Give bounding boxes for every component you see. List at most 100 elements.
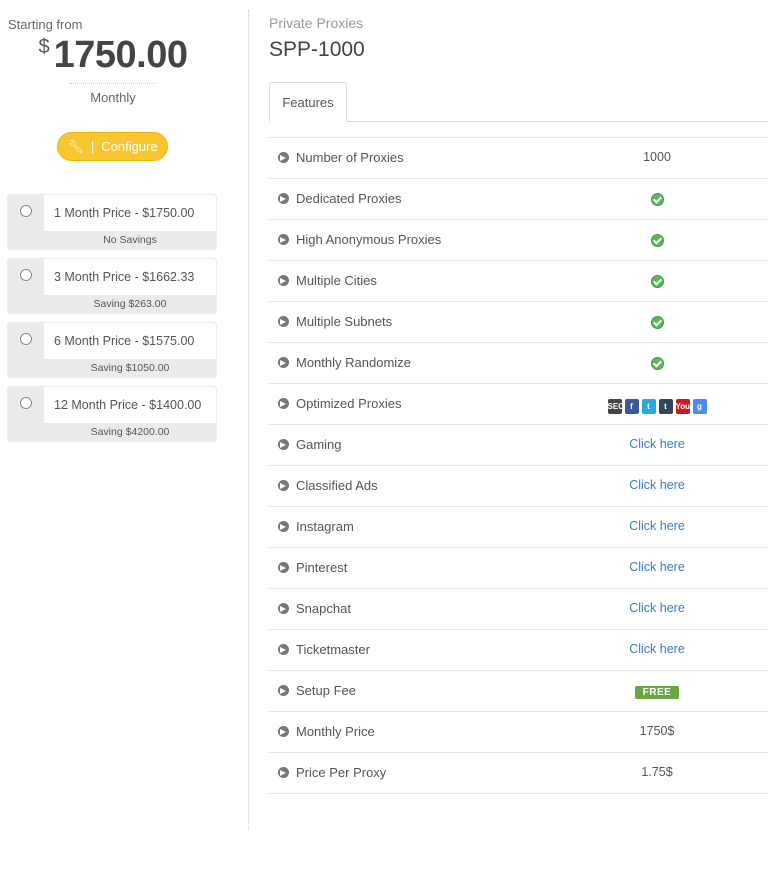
feature-row: Multiple Cities <box>269 261 768 302</box>
currency-symbol: $ <box>38 36 50 58</box>
feature-name: Dedicated Proxies <box>296 191 402 206</box>
feature-row: Optimized Proxies SEO f t t You g <box>269 384 768 425</box>
plan-radio[interactable] <box>20 333 32 345</box>
arrow-circle-icon <box>278 562 289 573</box>
plan-label-box: 12 Month Price - $1400.00 <box>44 387 216 423</box>
click-here-link[interactable]: Click here <box>629 560 685 574</box>
arrow-circle-icon <box>278 767 289 778</box>
free-badge: FREE <box>634 686 680 699</box>
feature-value-cell: Click here <box>557 519 757 533</box>
arrow-circle-icon <box>278 193 289 204</box>
feature-row: Snapchat Click here <box>269 589 768 630</box>
click-here-link[interactable]: Click here <box>629 437 685 451</box>
click-here-link[interactable]: Click here <box>629 642 685 656</box>
feature-row: Ticketmaster Click here <box>269 630 768 671</box>
feature-row: Instagram Click here <box>269 507 768 548</box>
twitter-icon: t <box>641 399 656 414</box>
arrow-circle-icon <box>278 152 289 163</box>
billing-plan-option[interactable]: 3 Month Price - $1662.33 Saving $263.00 <box>7 258 217 314</box>
arrow-circle-icon <box>278 357 289 368</box>
feature-row: Number of Proxies 1000 <box>269 138 768 179</box>
feature-row: High Anonymous Proxies <box>269 220 768 261</box>
feature-name: Ticketmaster <box>296 642 370 657</box>
feature-row: Pinterest Click here <box>269 548 768 589</box>
feature-row: Price Per Proxy 1.75$ <box>269 753 768 794</box>
feature-value-cell: 1000 <box>557 150 757 164</box>
plan-label-box: 6 Month Price - $1575.00 <box>44 323 216 359</box>
feature-row: Monthly Randomize <box>269 343 768 384</box>
plan-radio[interactable] <box>20 397 32 409</box>
plan-saving: Saving $4200.00 <box>90 426 170 438</box>
feature-row: Setup Fee FREE <box>269 671 768 712</box>
price-display: $1750.00 <box>0 34 226 77</box>
feature-name: High Anonymous Proxies <box>296 232 442 247</box>
arrow-circle-icon <box>278 644 289 655</box>
check-icon <box>650 234 664 247</box>
feature-name: Monthly Randomize <box>296 355 411 370</box>
tab-features[interactable]: Features <box>269 82 347 122</box>
plan-saving: Saving $263.00 <box>93 298 167 310</box>
feature-name: Price Per Proxy <box>296 765 387 780</box>
click-here-link[interactable]: Click here <box>629 601 685 615</box>
feature-value: 1000 <box>643 150 671 164</box>
click-here-link[interactable]: Click here <box>629 519 685 533</box>
feature-name: Multiple Subnets <box>296 314 393 329</box>
feature-row: Dedicated Proxies <box>269 179 768 220</box>
feature-value-cell <box>557 314 757 330</box>
configure-button[interactable]: 🔧︎ | Configure <box>57 132 168 161</box>
feature-row: Gaming Click here <box>269 425 768 466</box>
feature-row: Monthly Price 1750$ <box>269 712 768 753</box>
product-category: Private Proxies <box>269 15 364 31</box>
arrow-circle-icon <box>278 316 289 327</box>
feature-name: Gaming <box>296 437 342 452</box>
feature-value-cell: 1.75$ <box>557 765 757 779</box>
feature-name: Optimized Proxies <box>296 396 402 411</box>
starting-from-label: Starting from <box>8 17 83 32</box>
check-icon <box>650 193 664 206</box>
seo-icon: SEO <box>607 399 624 414</box>
facebook-icon: f <box>624 399 639 414</box>
plan-label: 1 Month Price - $1750.00 <box>54 206 195 220</box>
feature-value-cell: Click here <box>557 478 757 492</box>
feature-name: Instagram <box>296 519 354 534</box>
plan-label: 6 Month Price - $1575.00 <box>54 334 195 348</box>
billing-period: Monthly <box>70 83 156 105</box>
feature-name: Multiple Cities <box>296 273 377 288</box>
price-value: 1750.00 <box>53 34 188 76</box>
feature-value-cell: SEO f t t You g <box>557 396 757 414</box>
feature-value-cell: Click here <box>557 642 757 656</box>
feature-value-cell: Click here <box>557 560 757 574</box>
product-title: SPP-1000 <box>269 38 365 61</box>
social-icons: SEO f t t You g <box>607 399 707 414</box>
feature-value-cell: Click here <box>557 437 757 451</box>
google-icon: g <box>692 399 707 414</box>
arrow-circle-icon <box>278 275 289 286</box>
billing-plan-option[interactable]: 1 Month Price - $1750.00 No Savings <box>7 194 217 250</box>
feature-name: Setup Fee <box>296 683 356 698</box>
plan-saving: No Savings <box>103 234 157 246</box>
feature-name: Number of Proxies <box>296 150 404 165</box>
feature-value-cell: Click here <box>557 601 757 615</box>
feature-row: Multiple Subnets <box>269 302 768 343</box>
check-icon <box>650 316 664 329</box>
feature-name: Monthly Price <box>296 724 375 739</box>
plan-radio[interactable] <box>20 269 32 281</box>
feature-value-cell <box>557 273 757 289</box>
click-here-link[interactable]: Click here <box>629 478 685 492</box>
billing-plan-option[interactable]: 6 Month Price - $1575.00 Saving $1050.00 <box>7 322 217 378</box>
feature-value-cell: FREE <box>557 683 757 699</box>
check-icon <box>650 357 664 370</box>
feature-value-cell <box>557 232 757 248</box>
feature-row: Classified Ads Click here <box>269 466 768 507</box>
plan-radio[interactable] <box>20 205 32 217</box>
arrow-circle-icon <box>278 603 289 614</box>
billing-plan-option[interactable]: 12 Month Price - $1400.00 Saving $4200.00 <box>7 386 217 442</box>
feature-name: Snapchat <box>296 601 351 616</box>
feature-name: Pinterest <box>296 560 348 575</box>
arrow-circle-icon <box>278 398 289 409</box>
arrow-circle-icon <box>278 234 289 245</box>
wrench-icon: 🔧︎ <box>67 138 84 154</box>
plan-label: 3 Month Price - $1662.33 <box>54 270 195 284</box>
plan-label: 12 Month Price - $1400.00 <box>54 398 202 412</box>
configure-label: Configure <box>101 139 158 154</box>
